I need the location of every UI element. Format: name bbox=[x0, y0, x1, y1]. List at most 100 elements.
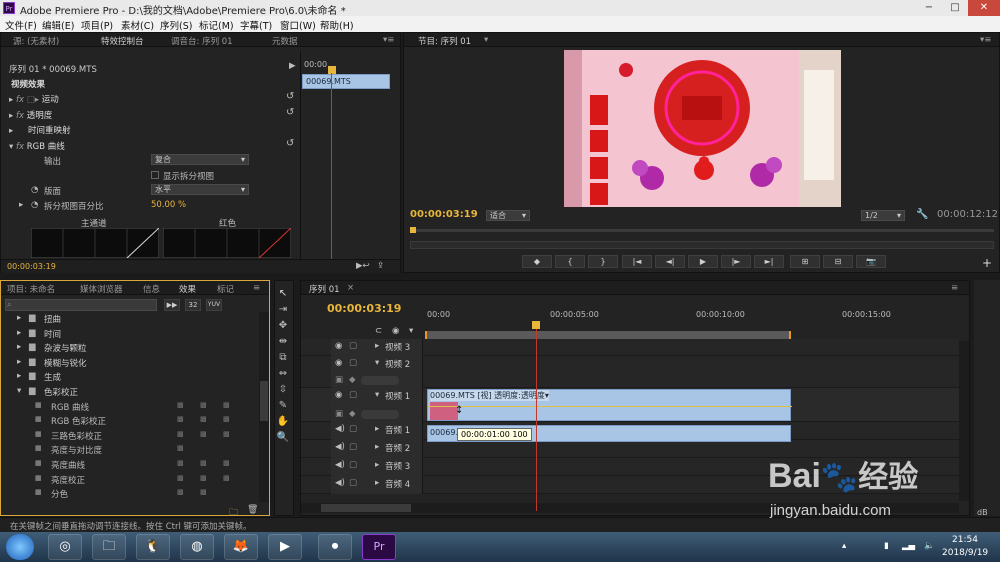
pen-tool-icon[interactable]: ✎ bbox=[275, 399, 291, 413]
battery-icon[interactable]: ▮ bbox=[884, 541, 889, 551]
volume-icon[interactable]: 🔈 bbox=[924, 541, 935, 551]
rolling-edit-tool-icon[interactable]: ⇹ bbox=[275, 335, 291, 349]
effect-clip-bar[interactable]: 00069.MTS bbox=[302, 74, 390, 89]
track-header[interactable]: ◉ ▢ ▾ 视频 2 ▣ ◆ bbox=[331, 356, 423, 388]
reset-icon[interactable]: ↺ bbox=[286, 138, 294, 149]
layout-select[interactable]: 水平 ▾ bbox=[151, 184, 249, 195]
yuv-effects-button[interactable]: YUV bbox=[206, 299, 222, 311]
red-curve-graph[interactable] bbox=[163, 228, 291, 258]
expand-icon[interactable]: ▸ bbox=[375, 460, 379, 470]
reset-icon[interactable]: ↺ bbox=[286, 91, 294, 102]
program-video-frame[interactable] bbox=[564, 50, 841, 207]
menu-clip[interactable]: 素材(C) bbox=[121, 18, 154, 32]
delete-icon[interactable]: 🗑 bbox=[247, 505, 258, 515]
go-to-out-button[interactable]: ►| bbox=[754, 255, 784, 268]
expand-icon[interactable]: ▸ bbox=[375, 478, 379, 488]
accelerated-effects-button[interactable]: ▶▶ bbox=[164, 299, 180, 311]
mark-in-button[interactable]: { bbox=[555, 255, 585, 268]
effect-controls-timecode[interactable]: 00:00:03:19 bbox=[7, 262, 56, 271]
expand-icon[interactable]: ▸ bbox=[17, 357, 21, 367]
timeline-h-scroll-thumb[interactable] bbox=[321, 504, 411, 512]
menu-file[interactable]: 文件(F) bbox=[5, 18, 37, 32]
split-percent-value[interactable]: 50.00 % bbox=[151, 200, 186, 210]
selection-tool-icon[interactable]: ↖ bbox=[275, 287, 291, 301]
start-button[interactable] bbox=[6, 534, 34, 560]
track-header[interactable]: ◀) ▢ ▸ 音频 3 bbox=[331, 458, 423, 476]
lock-icon[interactable]: ▢ bbox=[349, 341, 357, 351]
menu-title[interactable]: 字幕(T) bbox=[240, 18, 272, 32]
eye-icon[interactable]: ◉ bbox=[335, 341, 342, 351]
play-button[interactable]: ▶ bbox=[688, 255, 718, 268]
tab-metadata[interactable]: 元数据 bbox=[272, 35, 298, 47]
panel-menu-icon[interactable]: ≡ bbox=[951, 283, 958, 293]
marker-icon[interactable]: ◉ bbox=[392, 326, 399, 336]
razor-tool-icon[interactable]: ⇔ bbox=[275, 367, 291, 381]
qq-icon[interactable]: 🐧 bbox=[136, 534, 170, 560]
track-header[interactable]: ◉ ▢ ▾ 视频 1 ▣ ◆ bbox=[331, 388, 423, 422]
effects-scroll-thumb[interactable] bbox=[260, 381, 268, 421]
minimize-button[interactable]: − bbox=[916, 0, 942, 16]
clock-date[interactable]: 2018/9/19 bbox=[942, 548, 988, 558]
keyframe-add-icon[interactable]: ▾ bbox=[409, 326, 413, 336]
expand-icon[interactable]: ▾ bbox=[375, 358, 379, 368]
work-area-bar[interactable] bbox=[425, 331, 791, 339]
menu-window[interactable]: 窗口(W) bbox=[280, 18, 316, 32]
opacity-keyframe-line[interactable] bbox=[428, 406, 792, 407]
expand-icon[interactable]: ▾ bbox=[17, 386, 21, 396]
lock-icon[interactable]: ▢ bbox=[349, 358, 357, 368]
recorder-icon[interactable]: ⏺ bbox=[318, 534, 352, 560]
snap-icon[interactable]: ⊂ bbox=[375, 326, 382, 336]
tab-media-browser[interactable]: 媒体浏览器 bbox=[80, 283, 123, 295]
hand-tool-icon[interactable]: ✋ bbox=[275, 415, 291, 429]
program-playhead-icon[interactable] bbox=[410, 227, 416, 233]
expand-icon[interactable]: ▸ bbox=[17, 371, 21, 381]
tab-effects[interactable]: 效果 bbox=[179, 283, 196, 295]
effects-search-input[interactable] bbox=[5, 299, 157, 311]
eye-icon[interactable]: ◉ bbox=[335, 390, 342, 400]
filter-icon[interactable]: ▶↩ bbox=[356, 261, 370, 271]
program-scrollbar[interactable] bbox=[410, 241, 994, 249]
browser-icon[interactable]: ◍ bbox=[180, 534, 214, 560]
speaker-icon[interactable]: ◀) bbox=[335, 478, 345, 488]
mark-out-button[interactable]: } bbox=[588, 255, 618, 268]
menu-edit[interactable]: 编辑(E) bbox=[42, 18, 74, 32]
wrench-icon[interactable]: 🔧 bbox=[916, 209, 928, 220]
expand-icon[interactable]: ▾ bbox=[375, 390, 379, 400]
keyframe-nav[interactable] bbox=[361, 376, 399, 385]
expand-icon[interactable]: ▸ bbox=[17, 328, 21, 338]
expand-arrow-icon[interactable]: ▶ bbox=[289, 61, 296, 71]
tab-project[interactable]: 项目: 未命名 bbox=[7, 283, 55, 295]
network-icon[interactable]: ▂▄ bbox=[902, 541, 915, 551]
menu-sequence[interactable]: 序列(S) bbox=[160, 18, 192, 32]
lift-button[interactable]: ⊞ bbox=[790, 255, 820, 268]
expand-icon[interactable]: ▸ bbox=[375, 424, 379, 434]
tab-effect-controls[interactable]: 特效控制台 bbox=[101, 35, 144, 47]
program-timecode[interactable]: 00:00:03:19 bbox=[410, 209, 478, 220]
keyframe-icon[interactable]: ◆ bbox=[349, 409, 356, 419]
close-icon[interactable]: × bbox=[347, 283, 354, 293]
lock-icon[interactable]: ▢ bbox=[349, 424, 357, 434]
effect-row-opacity[interactable]: ▸ fx 透明度 bbox=[9, 109, 52, 121]
app-360-icon[interactable]: ◎ bbox=[48, 534, 82, 560]
maximize-button[interactable]: □ bbox=[942, 0, 968, 16]
keyframe-nav[interactable] bbox=[361, 410, 399, 419]
track-header[interactable]: ◀) ▢ ▸ 音频 2 bbox=[331, 440, 423, 458]
rate-stretch-tool-icon[interactable]: ⧉ bbox=[275, 351, 291, 365]
speaker-icon[interactable]: ◀) bbox=[335, 460, 345, 470]
reset-icon[interactable]: ↺ bbox=[286, 107, 294, 118]
32bit-effects-button[interactable]: 32 bbox=[185, 299, 201, 311]
export-frame-button[interactable]: 📷 bbox=[856, 255, 886, 268]
effect-row-time-remap[interactable]: ▸ 时间重映射 bbox=[9, 124, 70, 136]
lock-icon[interactable]: ▢ bbox=[349, 442, 357, 452]
close-button[interactable]: ✕ bbox=[968, 0, 1000, 16]
tab-info[interactable]: 信息 bbox=[143, 283, 160, 295]
effect-row-motion[interactable]: ▸ fx ⬚▸ 运动 bbox=[9, 93, 59, 105]
output-select[interactable]: 复合 ▾ bbox=[151, 154, 249, 165]
lock-icon[interactable]: ▢ bbox=[349, 460, 357, 470]
resolution-select[interactable]: 1/2 ▾ bbox=[861, 210, 905, 221]
display-style-icon[interactable]: ▣ bbox=[335, 375, 343, 385]
track-select-tool-icon[interactable]: ⇥ bbox=[275, 303, 291, 317]
tab-source[interactable]: 源: (无素材) bbox=[13, 35, 59, 47]
slip-tool-icon[interactable]: ⇳ bbox=[275, 383, 291, 397]
timeline-playhead-icon[interactable] bbox=[532, 321, 540, 329]
